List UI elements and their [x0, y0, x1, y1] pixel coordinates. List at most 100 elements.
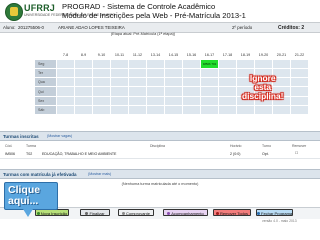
remove-all-button[interactable]: Remover Todos	[213, 209, 251, 216]
student-name: ARIANE ADAO LOPES TEIXEIRA	[58, 25, 125, 30]
follow-icon	[167, 212, 171, 215]
grid-cell	[146, 77, 165, 88]
day-label: Ter	[34, 68, 57, 79]
grid-cell	[92, 104, 111, 116]
grid-cell	[128, 68, 147, 79]
grid-cell	[56, 68, 75, 79]
enrolled-title: Turmas inscritas	[3, 133, 39, 139]
row-turno: Opt.	[262, 152, 269, 156]
time-header: 9-10	[92, 50, 111, 60]
grid-cell	[236, 104, 255, 116]
day-label: Seg	[34, 58, 57, 70]
day-label: Qua	[34, 77, 57, 88]
close-program-label: Fechar Programa	[261, 211, 293, 216]
new-enrollment-label: Nova Inscrição	[40, 211, 68, 216]
day-label: Sáb	[34, 104, 57, 116]
effected-section-header: Turmas com matrícula já efetivada (Mostr…	[0, 169, 320, 179]
grid-cell	[74, 68, 93, 79]
row-turma: T02	[26, 152, 33, 156]
grid-cell	[110, 86, 129, 97]
grid-cell	[200, 104, 219, 116]
grid-cell	[182, 68, 201, 79]
click-here-note: Clique aqui...	[4, 182, 58, 210]
grid-cell	[146, 68, 165, 79]
grid-cell	[56, 77, 75, 88]
proof-label: Comprovante	[125, 211, 150, 216]
grid-cell	[272, 104, 291, 116]
grid-cell	[92, 77, 111, 88]
new-icon	[36, 212, 40, 215]
grid-cell	[146, 86, 165, 97]
show-vacancies-link[interactable]: (Mostrar vagas)	[47, 134, 72, 138]
grid-cell	[164, 86, 183, 97]
grid-cell	[218, 104, 237, 116]
matricula-value: 201275506-0	[18, 25, 44, 30]
grid-cell	[128, 58, 147, 70]
grid-cell	[164, 95, 183, 106]
time-header: 15-16	[182, 50, 201, 60]
enrolled-columns: Cód. Turma Disciplina Horário Turno Remo…	[0, 143, 320, 149]
close-icon	[257, 212, 260, 215]
col-remove: Remover	[292, 144, 307, 148]
grid-cell	[200, 77, 219, 88]
grid-cell	[164, 104, 183, 116]
day-label: Sex	[34, 95, 57, 106]
time-header: 14-15	[164, 50, 183, 60]
table-row: IM506 T02 EDUCAÇÃO, TRABALHO E MEIO AMBI…	[0, 151, 320, 159]
grid-cell	[200, 68, 219, 79]
grid-cell	[236, 58, 255, 70]
click-note-line: aqui...	[8, 195, 39, 207]
phase-label: (Etapa atual: Pré-Matrícula (1ª etapa))	[110, 32, 176, 36]
grid-cell	[74, 86, 93, 97]
callout-arrow-icon	[23, 209, 33, 217]
time-header: 19-20	[254, 50, 273, 60]
col-code: Cód.	[5, 144, 13, 148]
col-turno: Turno	[262, 144, 272, 148]
grid-cell	[74, 58, 93, 70]
grid-cell	[128, 77, 147, 88]
new-enrollment-button[interactable]: Nova Inscrição	[35, 209, 69, 216]
grid-corner	[34, 50, 57, 60]
show-more-link[interactable]: (Mostrar mais)	[88, 172, 111, 176]
credits: Créditos: 2	[278, 24, 305, 31]
grid-cell	[146, 95, 165, 106]
grid-cell	[56, 58, 75, 70]
follow-up-button[interactable]: Acompanhamento	[163, 209, 208, 216]
grid-cell	[164, 77, 183, 88]
app-title: PROGRAD - Sistema de Controle Acadêmico	[62, 2, 216, 11]
grid-cell	[182, 95, 201, 106]
grid-cell	[164, 58, 183, 70]
grid-cell	[128, 104, 147, 116]
grid-cell	[290, 58, 309, 70]
scheduled-class-cell[interactable]: IM506 T02	[200, 58, 219, 70]
remove-checkbox[interactable]: ☐	[295, 151, 298, 155]
grid-cell	[110, 68, 129, 79]
grid-cell	[218, 95, 237, 106]
grid-cell	[92, 58, 111, 70]
grid-cell	[74, 104, 93, 116]
finish-button[interactable]: Finalizar	[80, 209, 110, 216]
time-header: 21-22	[290, 50, 309, 60]
grid-cell	[254, 104, 273, 116]
grid-cell	[182, 58, 201, 70]
grid-cell	[218, 68, 237, 79]
grid-cell	[128, 95, 147, 106]
grid-cell	[56, 104, 75, 116]
enrolled-section-header: Turmas inscritas (Mostrar vagas)	[0, 131, 320, 141]
grid-cell	[110, 58, 129, 70]
grid-cell	[128, 86, 147, 97]
grid-cell	[218, 86, 237, 97]
follow-up-label: Acompanhamento	[171, 211, 204, 216]
time-header: 18-19	[236, 50, 255, 60]
matricula-label: Aluno:	[3, 25, 16, 30]
close-program-button[interactable]: Fechar Programa	[256, 209, 293, 216]
grid-cell	[182, 86, 201, 97]
grid-header-row: 7-8 8-9 9-10 10-11 11-12 13-14 14-15 15-…	[34, 50, 309, 60]
time-header: 8-9	[74, 50, 93, 60]
ignore-note: Ignore esta disciplina!	[242, 74, 283, 101]
version-label: versão 4.0 - maio 2013	[262, 219, 297, 223]
grid-cell	[110, 77, 129, 88]
grid-cell	[74, 77, 93, 88]
grid-cell	[74, 95, 93, 106]
proof-button[interactable]: Comprovante	[118, 209, 154, 216]
